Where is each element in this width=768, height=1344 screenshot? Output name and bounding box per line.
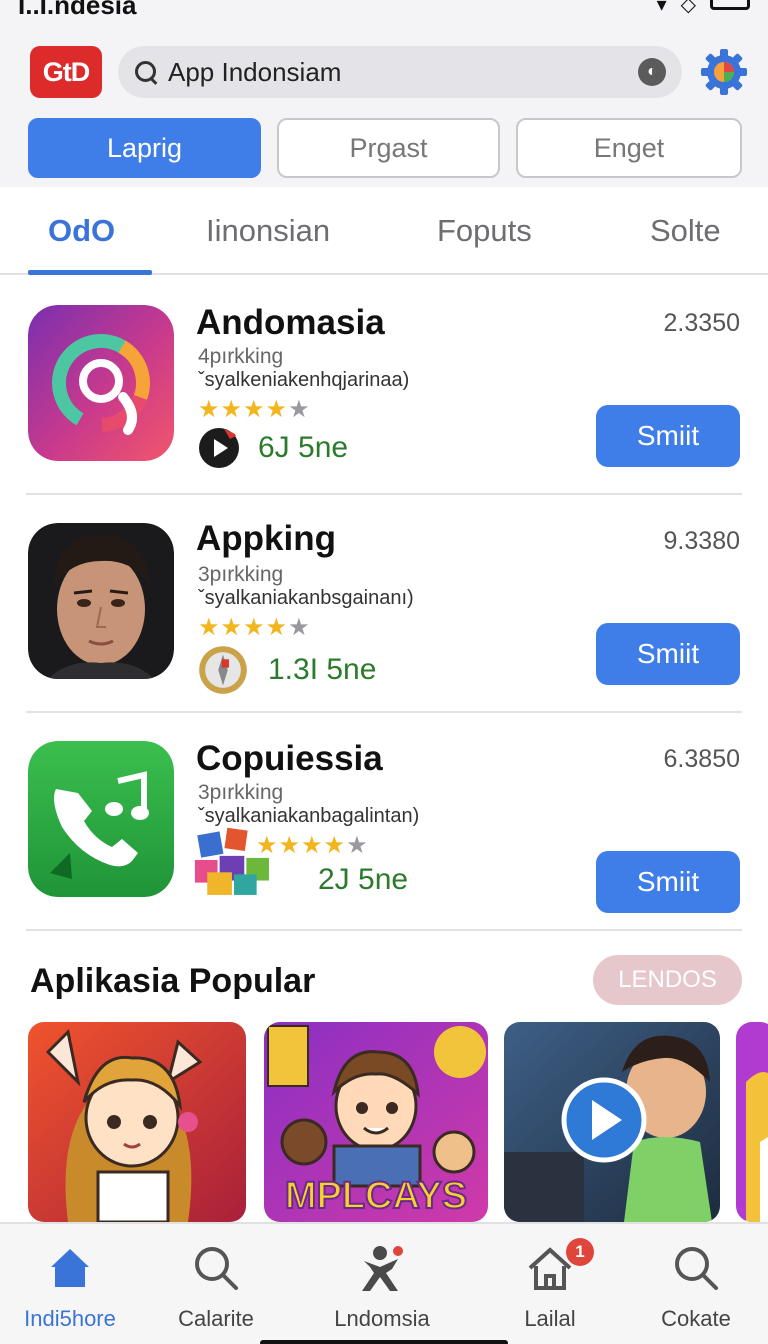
app-row[interactable]: Copuiessia 3pırkking ˇsyalkaniakanbagali… xyxy=(26,713,742,931)
person-icon xyxy=(362,1246,403,1291)
status-icons: ▾ ◇ xyxy=(657,0,750,17)
rating-stars: ★★★★★ xyxy=(198,396,311,423)
app-meta: 2J 5ne xyxy=(318,863,408,897)
install-button[interactable]: Smiit xyxy=(596,405,740,467)
play-badge-icon xyxy=(199,428,239,468)
nav-item-updates[interactable]: 1 Lailal xyxy=(480,1238,620,1332)
filter-chips: Laprig Prgast Enget xyxy=(28,118,742,178)
category-tabs: OdO Iinonsian Foputs Solte xyxy=(0,187,768,275)
chip-enget[interactable]: Enget xyxy=(516,118,742,178)
battery-icon xyxy=(710,0,750,10)
app-row[interactable]: Andomasia 4pırkking ˇsyalkeniakenhqjarin… xyxy=(26,277,742,495)
header: GtD App Indonsiam ◐ Laprig Prgast Enget xyxy=(0,22,768,187)
app-list: Andomasia 4pırkking ˇsyalkeniakenhqjarin… xyxy=(0,277,768,931)
chip-prgast[interactable]: Prgast xyxy=(277,118,500,178)
app-icon-appking xyxy=(28,523,174,679)
cubes-badge-icon xyxy=(194,827,269,895)
nav-label: Calarite xyxy=(178,1306,254,1331)
nav-item-profile[interactable]: Lndomsia xyxy=(312,1238,452,1332)
settings-gear-icon[interactable] xyxy=(700,44,748,96)
nav-item-search[interactable]: Calarite xyxy=(146,1238,286,1332)
tab-foputs[interactable]: Foputs xyxy=(437,213,532,249)
see-more-button[interactable]: LENDOS xyxy=(593,955,742,1005)
popular-card[interactable] xyxy=(28,1022,246,1222)
bottom-navigation: Indi5hore Calarite Lndomsia 1 Lailal Cok… xyxy=(0,1222,768,1344)
app-icon-copuiessia xyxy=(28,741,174,897)
search-bar[interactable]: App Indonsiam ◐ xyxy=(118,46,682,98)
active-tab-indicator xyxy=(28,270,152,275)
search-input[interactable]: App Indonsiam xyxy=(168,57,638,88)
signal-icon: ▾ xyxy=(656,0,667,16)
app-size: 6J 5ne xyxy=(258,431,349,464)
app-developer: 4pırkking xyxy=(198,345,284,368)
app-icon-andomasia xyxy=(28,305,174,461)
search-icon xyxy=(195,1247,238,1290)
home-indicator xyxy=(260,1340,508,1344)
nav-item-home[interactable]: Indi5hore xyxy=(0,1238,140,1332)
app-logo[interactable]: GtD xyxy=(30,46,102,98)
nav-label: Lndomsia xyxy=(334,1306,430,1331)
install-button[interactable]: Smiit xyxy=(596,851,740,913)
install-button[interactable]: Smiit xyxy=(596,623,740,685)
app-developer: 3pırkking xyxy=(198,563,284,586)
app-price: 9.3380 xyxy=(663,527,740,555)
app-price: 2.3350 xyxy=(663,309,740,337)
search-icon xyxy=(675,1247,718,1290)
home-icon xyxy=(51,1249,89,1287)
popular-card[interactable] xyxy=(736,1022,768,1222)
tab-odo[interactable]: OdO xyxy=(48,213,115,249)
popular-section-title: Aplikasia Popular xyxy=(30,962,316,1000)
notification-badge: 1 xyxy=(566,1238,594,1266)
popular-carousel[interactable]: MPLCAYS xyxy=(28,1022,768,1222)
app-size: 1.3I 5ne xyxy=(268,653,377,686)
popular-card[interactable] xyxy=(504,1022,720,1222)
app-name[interactable]: Copuiessia xyxy=(196,739,383,779)
nav-item-search-2[interactable]: Cokate xyxy=(626,1238,766,1332)
rating-stars: ★★★★★ xyxy=(198,614,311,641)
tab-solte[interactable]: Solte xyxy=(650,213,721,249)
compass-badge-icon xyxy=(199,646,247,694)
popular-card[interactable]: MPLCAYS xyxy=(264,1022,488,1222)
app-price: 6.3850 xyxy=(663,745,740,773)
chip-laprig[interactable]: Laprig xyxy=(28,118,261,178)
nav-label: Lailal xyxy=(524,1306,576,1331)
tab-iinonsian[interactable]: Iinonsian xyxy=(206,213,330,249)
status-bar: I..I.ndesia ▾ ◇ xyxy=(0,0,768,22)
app-name[interactable]: Appking xyxy=(196,519,336,559)
carrier-label: I..I.ndesia xyxy=(18,0,137,20)
nav-label: Indi5hore xyxy=(24,1306,116,1331)
app-row[interactable]: Appking 3pırkking ˇsyalkaniakanbsgainanı… xyxy=(26,495,742,713)
app-developer: 3pırkking xyxy=(198,781,284,804)
app-name[interactable]: Andomasia xyxy=(196,303,385,343)
nav-label: Cokate xyxy=(661,1306,731,1331)
wifi-icon: ◇ xyxy=(680,0,696,16)
app-meta: 1.3I 5ne xyxy=(198,645,376,695)
app-description: ˇsyalkeniakenhqjarinaa) xyxy=(198,369,410,391)
app-description: ˇsyalkaniakanbsgainanı) xyxy=(198,587,414,609)
app-meta: 6J 5ne xyxy=(198,427,348,469)
card-title: MPLCAYS xyxy=(285,1175,467,1217)
app-size: 2J 5ne xyxy=(318,863,409,896)
mic-icon[interactable]: ◐ xyxy=(638,58,666,86)
search-icon xyxy=(134,60,158,84)
